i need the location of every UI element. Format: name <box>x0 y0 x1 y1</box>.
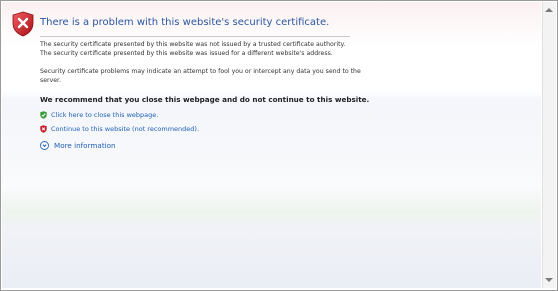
issue-untrusted-authority: The security certificate presented by th… <box>40 41 346 48</box>
scroll-down-icon[interactable] <box>545 278 553 282</box>
expand-circle-icon <box>40 141 49 150</box>
red-shield-x-icon <box>40 125 47 133</box>
warning-paragraph: Security certificate problems may indica… <box>40 68 361 85</box>
more-information-toggle[interactable]: More information <box>40 141 116 150</box>
warning-line-2: server. <box>40 76 61 84</box>
green-shield-check-icon <box>40 111 47 119</box>
error-shield-icon <box>12 11 34 37</box>
issue-address-mismatch: The security certificate presented by th… <box>40 49 333 57</box>
close-webpage-link[interactable]: Click here to close this webpage. <box>40 110 158 120</box>
title-divider <box>40 36 350 37</box>
scroll-up-icon[interactable] <box>545 8 553 12</box>
recommendation-text: We recommend that you close this webpage… <box>40 95 370 104</box>
more-information-text[interactable]: More information <box>54 141 116 150</box>
continue-website-link-text[interactable]: Continue to this website (not recommende… <box>51 125 199 133</box>
certificate-error-page: There is a problem with this website's s… <box>2 2 541 288</box>
continue-website-link[interactable]: Continue to this website (not recommende… <box>40 124 199 134</box>
warning-line-1: Security certificate problems may indica… <box>40 68 361 75</box>
certificate-issues-paragraph: The security certificate presented by th… <box>40 41 345 58</box>
browser-window: There is a problem with this website's s… <box>0 0 558 291</box>
vertical-scrollbar[interactable] <box>542 2 556 288</box>
close-webpage-link-text[interactable]: Click here to close this webpage. <box>51 111 158 119</box>
page-title: There is a problem with this website's s… <box>40 17 330 28</box>
